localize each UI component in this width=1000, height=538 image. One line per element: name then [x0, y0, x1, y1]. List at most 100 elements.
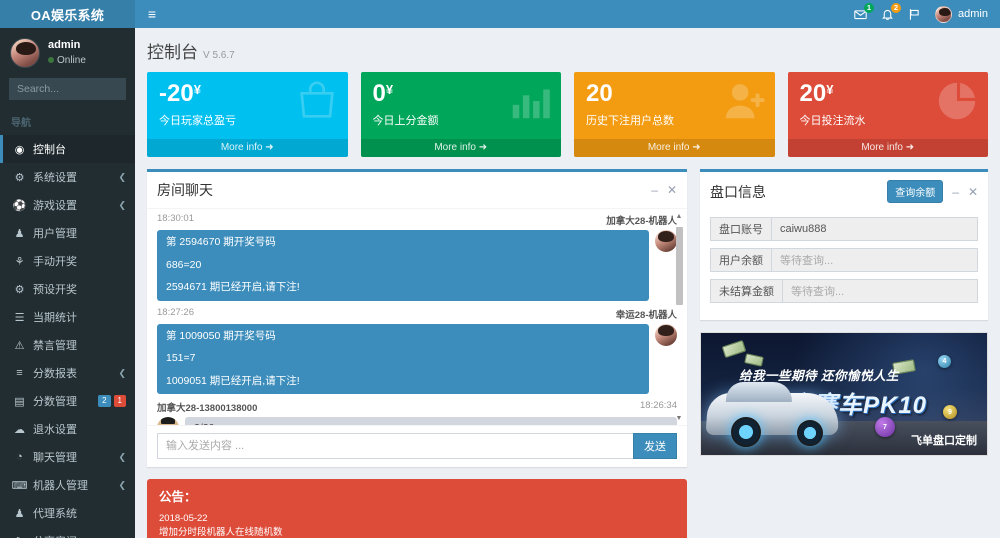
sidebar-item-6[interactable]: ☰当期统计	[0, 303, 135, 331]
sidebar-item-1[interactable]: ⚙系统设置❮	[0, 163, 135, 191]
scroll-down-icon[interactable]: ▼	[674, 415, 684, 423]
info-row-label: 用户余额	[710, 248, 771, 272]
chat-line: 第 2594670 期开奖号码	[166, 237, 640, 249]
sidebar-item-13[interactable]: ♟ 代理系统	[0, 499, 135, 527]
chat-scrollbar[interactable]: ▲ ▼	[674, 213, 684, 423]
sidebar-item-8[interactable]: ≡分数报表❮	[0, 359, 135, 387]
comment-icon: ◔	[13, 451, 26, 463]
stat-card-body: 0¥今日上分金额	[361, 72, 562, 139]
sidebar-item-label: 游戏设置	[33, 197, 111, 213]
currency-symbol: ¥	[386, 82, 393, 97]
info-row-1: 用户余额等待查询...	[710, 248, 978, 272]
avatar	[10, 38, 40, 68]
sidebar-item-3[interactable]: ♟用户管理	[0, 219, 135, 247]
info-row-value[interactable]: 等待查询...	[771, 248, 978, 272]
sidebar-user-panel[interactable]: admin Online	[0, 28, 135, 76]
send-button[interactable]: 发送	[633, 433, 677, 459]
sidebar-item-label: 代理系统	[33, 505, 126, 521]
chat-line: 第 1009050 期开奖号码	[166, 331, 640, 343]
more-info-link[interactable]: More info ➜	[361, 139, 562, 157]
chat-row: 2/20	[157, 417, 677, 425]
close-icon[interactable]: ✕	[667, 184, 677, 196]
currency-symbol: ¥	[826, 82, 833, 97]
hand-icon: ⚘	[13, 255, 26, 268]
badge: 2	[98, 395, 110, 407]
sidebar-item-label: 预设开奖	[33, 281, 126, 297]
sidebar-nav: ◉控制台⚙系统设置❮⚽游戏设置❮♟用户管理⚘手动开奖 ⚙ 预设开奖 ☰当期统计⚠禁言管…	[0, 135, 135, 538]
app-root: OA娱乐系统 admin Online 导航 ◉控制台⚙系统设置❮⚽游戏设置❮♟…	[0, 0, 1000, 538]
agent-user-icon: ♟	[13, 507, 26, 520]
more-info-link[interactable]: More info ➜	[788, 139, 989, 157]
chat-message-list: 18:30:01加拿大28-机器人第 2594670 期开奖号码686=2025…	[157, 213, 677, 425]
minimize-icon[interactable]: –	[952, 186, 959, 198]
main-content: 控制台V 5.6.7 -20¥今日玩家总盈亏More info ➜0¥今日上分金…	[135, 28, 1000, 538]
sidebar-item-label: 机器人管理	[33, 477, 111, 493]
stat-card-body: -20¥今日玩家总盈亏	[147, 72, 348, 139]
flag-icon[interactable]	[908, 8, 921, 21]
close-icon[interactable]: ✕	[968, 186, 978, 198]
info-panel-tools: 查询余额 – ✕	[887, 180, 978, 203]
chat-time: 18:26:34	[640, 400, 677, 414]
bar-chart-icon	[507, 78, 553, 127]
query-balance-button[interactable]: 查询余额	[887, 180, 943, 203]
sidebar-search[interactable]	[9, 78, 126, 100]
sidebar-item-9[interactable]: ▤分数管理21	[0, 387, 135, 415]
chat-messages[interactable]: 18:30:01加拿大28-机器人第 2594670 期开奖号码686=2025…	[147, 208, 687, 425]
page-title: 控制台V 5.6.7	[147, 38, 988, 63]
sidebar-item-4[interactable]: ⚘手动开奖	[0, 247, 135, 275]
chat-panel-header: 房间聊天 – ✕	[147, 172, 687, 208]
sidebar-item-14[interactable]: ⚑分享房间	[0, 527, 135, 538]
chat-panel-tools: – ✕	[651, 184, 677, 196]
chat-bubble: 第 2594670 期开奖号码686=202594671 期已经开启,请下注!	[157, 230, 649, 301]
more-info-link[interactable]: More info ➜	[147, 139, 348, 157]
announcement-title: 公告：	[159, 488, 675, 507]
announcement-text: 增加分时段机器人在线随机数	[159, 526, 675, 538]
bell-icon[interactable]: 2	[881, 8, 894, 21]
hamburger-icon[interactable]: ≡	[135, 0, 169, 28]
chat-panel: 房间聊天 – ✕ 18:30:01加拿大28-机器人第 2594670 期开奖号…	[147, 169, 687, 467]
sidebar-item-10[interactable]: ☁退水设置	[0, 415, 135, 443]
sidebar-item-label: 分数报表	[33, 365, 111, 381]
chat-line: 1009051 期已经开启,请下注!	[166, 376, 640, 388]
sidebar-item-0[interactable]: ◉控制台	[0, 135, 135, 163]
sidebar-item-7[interactable]: ⚠禁言管理	[0, 331, 135, 359]
bell-badge: 2	[891, 3, 901, 13]
sidebar-item-12[interactable]: ⌨机器人管理❮	[0, 471, 135, 499]
info-row-value[interactable]: 等待查询...	[782, 279, 978, 303]
scroll-up-icon[interactable]: ▲	[674, 213, 684, 221]
chat-message: 加拿大28-1380013800018:26:342/20	[157, 400, 677, 425]
info-row-value[interactable]: caiwu888	[771, 217, 978, 241]
sidebar-item-label: 分享房间	[33, 533, 126, 538]
sidebar-item-11[interactable]: ◔聊天管理❮	[0, 443, 135, 471]
info-row-label: 未结算金额	[710, 279, 782, 303]
chat-line: 2/20	[194, 423, 668, 425]
gear-icon: ⚙	[13, 283, 26, 296]
chevron-left-icon: ❮	[118, 480, 126, 491]
scrollbar-thumb[interactable]	[676, 227, 683, 305]
minimize-icon[interactable]: –	[651, 184, 658, 196]
stat-cards: -20¥今日玩家总盈亏More info ➜0¥今日上分金额More info …	[147, 72, 988, 157]
topbar-user-menu[interactable]: admin	[935, 6, 988, 23]
circle-arrow-right-icon: ➜	[906, 142, 914, 153]
sidebar-item-5[interactable]: ⚙ 预设开奖	[0, 275, 135, 303]
sidebar-item-label: 系统设置	[33, 169, 111, 185]
envelope-badge: 1	[864, 3, 874, 13]
stat-card-3: 20¥今日投注流水More info ➜	[788, 72, 989, 157]
billiard-ball-icon: 4	[938, 355, 951, 368]
chat-panel-title: 房间聊天	[157, 180, 643, 200]
promo-banner[interactable]: 给我一些期待 还你愉悦人生 北京赛车PK10 7 9 4 飞单盘口定制	[700, 332, 988, 456]
chat-time: 18:30:01	[157, 213, 606, 227]
sidebar-item-2[interactable]: ⚽游戏设置❮	[0, 191, 135, 219]
more-info-link[interactable]: More info ➜	[574, 139, 775, 157]
sidebar-item-label: 退水设置	[33, 421, 126, 437]
envelope-icon[interactable]: 1	[854, 8, 867, 21]
sidebar-item-label: 分数管理	[33, 393, 91, 409]
brand-logo-text: OA娱乐系统	[31, 5, 104, 24]
book-icon: ▤	[13, 395, 26, 408]
sidebar-user-status: Online	[48, 54, 86, 69]
avatar	[935, 6, 952, 23]
stat-card-2: 20历史下注用户总数More info ➜	[574, 72, 775, 157]
chat-input[interactable]	[157, 433, 633, 459]
brand-logo[interactable]: OA娱乐系统	[0, 0, 135, 28]
info-row-0: 盘口账号caiwu888	[710, 217, 978, 241]
